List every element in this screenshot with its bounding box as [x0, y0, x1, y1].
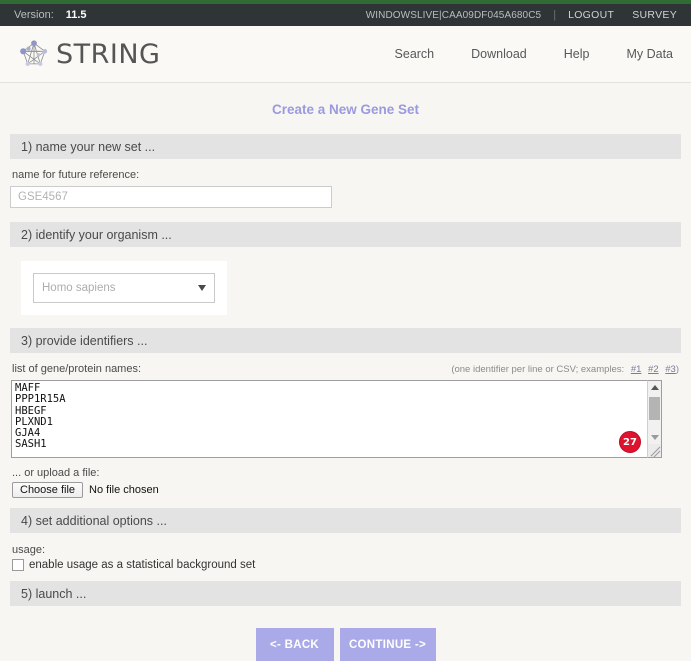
page-title: Create a New Gene Set	[271, 102, 420, 117]
identifiers-textarea-wrap: 27	[11, 380, 662, 458]
scroll-up-arrow-icon[interactable]	[648, 381, 661, 394]
set-name-input[interactable]	[10, 186, 332, 208]
chevron-down-icon	[198, 285, 206, 291]
identifier-count-badge: 27	[619, 431, 641, 453]
top-utility-bar: Version: 11.5 WINDOWSLIVE|CAA09DF045A680…	[0, 4, 691, 26]
spacer-step2	[10, 208, 681, 222]
resize-grip-icon[interactable]	[648, 444, 661, 457]
step-5-header: 5) launch ...	[10, 581, 681, 606]
file-upload-row: Choose file No file chosen	[12, 482, 681, 498]
version-label: Version:	[14, 9, 54, 21]
brand[interactable]: STRING	[16, 36, 160, 72]
nav-item-my-data[interactable]: My Data	[626, 47, 673, 61]
scroll-down-arrow-icon[interactable]	[648, 431, 661, 444]
step-4-header: 4) set additional options ...	[10, 508, 681, 533]
logout-link[interactable]: LOGOUT	[568, 9, 614, 21]
survey-link[interactable]: SURVEY	[632, 9, 677, 21]
launch-button-row: <- BACK CONTINUE ->	[10, 628, 681, 661]
identifiers-hint-prefix: (one identifier per line or CSV; example…	[451, 364, 625, 375]
step-3-header: 3) provide identifiers ...	[10, 328, 681, 353]
file-status-label: No file chosen	[89, 484, 159, 496]
example-link-2[interactable]: #2	[648, 364, 659, 375]
nav-item-search[interactable]: Search	[395, 47, 435, 61]
nav-item-help[interactable]: Help	[564, 47, 590, 61]
organism-select[interactable]: Homo sapiens	[33, 273, 215, 303]
spacer-step5	[10, 571, 681, 581]
choose-file-button[interactable]: Choose file	[12, 482, 84, 498]
set-name-label: name for future reference:	[12, 169, 140, 181]
main-content: Create a New Gene Set 1) name your new s…	[0, 102, 691, 661]
identifiers-hint: (one identifier per line or CSV; example…	[451, 364, 679, 375]
identifiers-hint-suffix: )	[675, 364, 679, 375]
scrollbar-thumb[interactable]	[649, 397, 660, 420]
organism-panel: Homo sapiens	[21, 261, 227, 315]
version-value: 11.5	[65, 9, 87, 21]
spacer-step4	[10, 498, 681, 508]
step-1-header: 1) name your new set ...	[10, 134, 681, 159]
identifiers-textarea[interactable]	[11, 380, 647, 458]
identifiers-label-row: list of gene/protein names: (one identif…	[12, 363, 679, 375]
upload-file-label: ... or upload a file:	[12, 467, 100, 479]
step-2-header: 2) identify your organism ...	[10, 222, 681, 247]
background-set-row[interactable]: enable usage as a statistical background…	[12, 559, 681, 571]
usage-label: usage:	[12, 544, 46, 556]
textarea-scrollbar[interactable]	[647, 380, 662, 458]
organism-selected-value: Homo sapiens	[42, 282, 116, 294]
user-identity-label: WINDOWSLIVE|CAA09DF045A680C5	[365, 9, 542, 21]
background-set-checkbox[interactable]	[12, 559, 24, 571]
string-network-logo-icon	[16, 36, 52, 72]
back-button[interactable]: <- BACK	[255, 628, 334, 661]
example-link-1[interactable]: #1	[631, 364, 642, 375]
identifiers-label: list of gene/protein names:	[12, 363, 142, 375]
example-link-3[interactable]: #3	[665, 364, 676, 375]
brand-name: STRING	[56, 38, 161, 70]
background-set-label: enable usage as a statistical background…	[29, 559, 256, 571]
site-header: STRING Search Download Help My Data	[0, 26, 691, 83]
topbar-divider: |	[553, 9, 557, 21]
main-navigation: Search Download Help My Data	[358, 47, 673, 61]
continue-button[interactable]: CONTINUE ->	[339, 628, 436, 661]
nav-item-download[interactable]: Download	[471, 47, 527, 61]
